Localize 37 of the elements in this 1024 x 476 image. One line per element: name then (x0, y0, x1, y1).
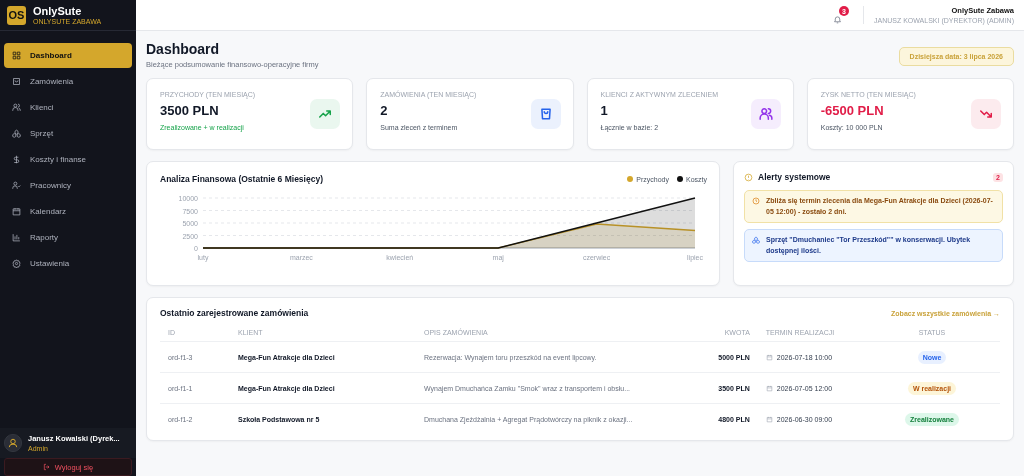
chart-title: Analiza Finansowa (Ostatnie 6 Miesięcy) (160, 174, 323, 184)
orders-title: Ostatnio zarejestrowane zamówienia (160, 308, 309, 318)
stat-value: 2 (380, 103, 389, 118)
avatar-icon (4, 434, 22, 452)
logout-icon (42, 463, 51, 471)
boxes-icon (752, 236, 760, 244)
calendar-icon (765, 353, 773, 361)
sidebar-item[interactable]: Raporty (4, 225, 132, 250)
sidebar-item[interactable]: Klienci (4, 95, 132, 120)
sidebar-item[interactable]: Ustawienia (4, 251, 132, 276)
sidebar-item[interactable]: Dashboard (4, 43, 132, 68)
nav-icon (12, 259, 21, 268)
nav-icon (12, 103, 21, 112)
clock-icon (752, 197, 760, 205)
sidebar-item[interactable]: Pracownicy (4, 173, 132, 198)
nav-icon (12, 233, 21, 242)
stat-value: 3500 PLN (160, 103, 220, 118)
nav-icon (12, 51, 21, 60)
alerts-title: Alerty systemowe (758, 172, 831, 182)
stat-value: -6500 PLN (820, 103, 885, 118)
brand-logo: OS (7, 5, 26, 25)
bell-icon (833, 15, 842, 24)
nav-icon (12, 181, 21, 190)
sidebar-item[interactable]: Koszty i finanse (4, 147, 132, 172)
brand-name: OnlySute (33, 5, 83, 17)
nav-icon (12, 77, 21, 86)
stat-value: 1 (600, 103, 609, 118)
page-title: Dashboard (146, 41, 221, 57)
warning-icon (744, 172, 753, 182)
nav-icon (12, 155, 21, 164)
calendar-icon (765, 384, 773, 392)
nav-icon (12, 129, 21, 138)
sidebar-item[interactable]: Kalendarz (4, 199, 132, 224)
sidebar-item[interactable]: Zamówienia (4, 69, 132, 94)
sidebar-item[interactable]: Sprzęt (4, 121, 132, 146)
nav-icon (12, 207, 21, 216)
calendar-icon (765, 415, 773, 423)
